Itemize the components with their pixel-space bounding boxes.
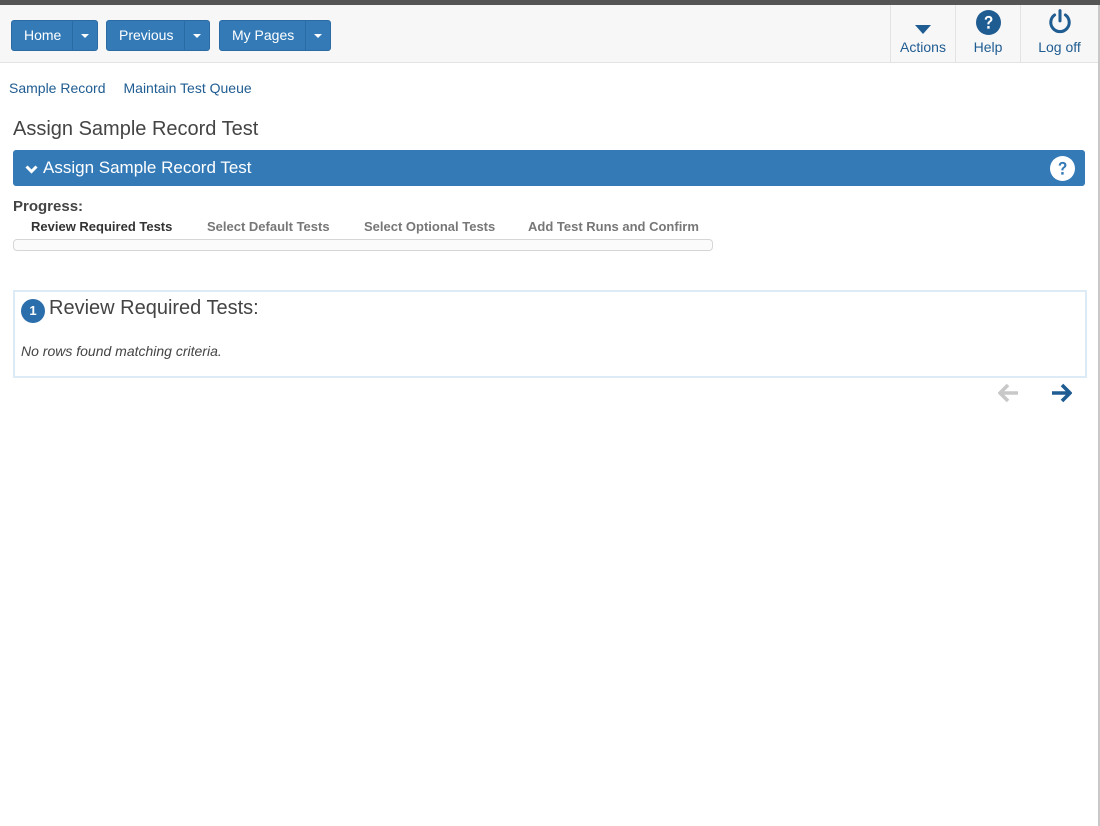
previous-dropdown-caret-icon[interactable] xyxy=(184,21,209,50)
power-icon xyxy=(1047,5,1073,35)
assign-test-panel-header[interactable]: Assign Sample Record Test xyxy=(13,150,1085,186)
chevron-down-icon[interactable] xyxy=(25,162,38,180)
log-off-label: Log off xyxy=(1038,39,1081,55)
progress-label: Progress: xyxy=(13,198,84,215)
step-select-default-tests: Select Default Tests xyxy=(207,219,330,234)
top-header: Home Previous My Pages Actions Help Log … xyxy=(0,5,1098,63)
previous-button-group: Previous xyxy=(106,20,211,51)
breadcrumb: Sample Record Maintain Test Queue xyxy=(9,80,270,96)
section-title: Review Required Tests: xyxy=(49,297,259,319)
review-required-tests-section: 1 Review Required Tests: No rows found m… xyxy=(13,290,1087,378)
panel-title: Assign Sample Record Test xyxy=(43,158,252,177)
help-label: Help xyxy=(973,39,1003,55)
step-select-optional-tests: Select Optional Tests xyxy=(364,219,496,234)
help-button[interactable]: Help xyxy=(955,5,1020,62)
breadcrumb-link-sample-record[interactable]: Sample Record xyxy=(9,80,106,96)
next-step-button[interactable] xyxy=(1050,383,1073,408)
my-pages-button[interactable]: My Pages xyxy=(220,21,305,50)
step-review-required-tests: Review Required Tests xyxy=(31,219,173,234)
breadcrumb-link-maintain-test-queue[interactable]: Maintain Test Queue xyxy=(124,80,252,96)
home-button[interactable]: Home xyxy=(12,21,72,50)
log-off-button[interactable]: Log off xyxy=(1020,5,1098,62)
my-pages-dropdown-caret-icon[interactable] xyxy=(305,21,330,50)
panel-help-icon[interactable] xyxy=(1050,156,1075,186)
actions-menu-button[interactable]: Actions xyxy=(890,5,955,62)
previous-step-button[interactable] xyxy=(997,383,1020,408)
progress-steps: Review Required Tests Select Default Tes… xyxy=(13,219,713,237)
my-pages-button-group: My Pages xyxy=(219,20,332,51)
question-circle-icon xyxy=(975,5,1001,35)
step-add-test-runs-and-confirm: Add Test Runs and Confirm xyxy=(528,219,699,234)
progress-bar xyxy=(13,239,713,251)
arrow-right-icon xyxy=(1050,383,1073,407)
step-number-badge: 1 xyxy=(21,299,45,323)
home-dropdown-caret-icon[interactable] xyxy=(72,21,97,50)
caret-down-icon xyxy=(915,5,931,35)
page-title: Assign Sample Record Test xyxy=(13,118,259,140)
actions-label: Actions xyxy=(900,39,946,55)
header-actions: Actions Help Log off xyxy=(890,5,1098,62)
empty-results-message: No rows found matching criteria. xyxy=(21,343,222,359)
arrow-left-icon xyxy=(997,383,1020,407)
previous-button[interactable]: Previous xyxy=(107,21,184,50)
home-button-group: Home xyxy=(11,20,99,51)
